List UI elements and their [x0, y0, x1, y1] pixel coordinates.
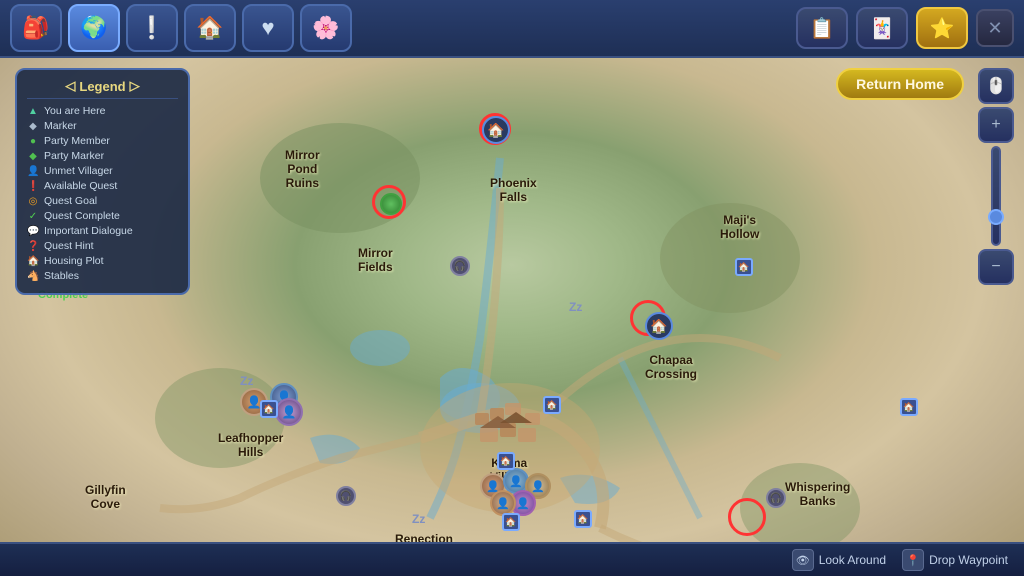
zoom-handle[interactable] — [988, 209, 1004, 225]
legend-item-unmet-villager: 👤 Unmet Villager — [27, 165, 178, 177]
nav-left-icons: 🎒 🌍 ❕ 🏠 ♥ 🌸 — [10, 4, 352, 52]
small-house-6[interactable]: 🏠 — [574, 510, 592, 528]
legend-label-stables: Stables — [44, 270, 79, 282]
legend-label-unmet-villager: Unmet Villager — [44, 165, 113, 177]
legend-item-quest-goal: ◎ Quest Goal — [27, 195, 178, 207]
look-around-icon: 👁 — [792, 549, 814, 571]
small-house-5[interactable]: 🏠 — [502, 513, 520, 531]
legend-label-quest-hint: Quest Hint — [44, 240, 94, 252]
zoom-out-button[interactable]: − — [978, 249, 1014, 285]
legend-label-party-member: Party Member — [44, 135, 110, 147]
return-home-button[interactable]: Return Home — [836, 68, 964, 100]
npc-marker-3[interactable]: 👤 — [275, 398, 303, 426]
house-marker-chapaa[interactable]: 🏠 — [645, 312, 673, 340]
legend-label-available-quest: Available Quest — [44, 180, 117, 192]
zoom-slider[interactable] — [991, 146, 1001, 246]
map-tab[interactable]: 🌍 — [68, 4, 120, 52]
home-tab[interactable]: 🏠 — [184, 4, 236, 52]
flower-tab[interactable]: 🌸 — [300, 4, 352, 52]
legend-title-text: Legend — [79, 79, 125, 94]
quest-complete-icon: ✓ — [27, 211, 39, 222]
small-house-4[interactable]: 🏠 — [497, 452, 515, 470]
sleep-marker-3: Zz — [412, 512, 425, 526]
quest-hint-icon: ❓ — [27, 241, 39, 252]
legend-item-available-quest: ❗ Available Quest — [27, 180, 178, 192]
legend-label-marker: Marker — [44, 120, 77, 132]
house-marker-1[interactable]: 🏠 — [482, 116, 510, 144]
party-member-icon: ● — [27, 136, 39, 147]
drop-waypoint-action[interactable]: 📍 Drop Waypoint — [902, 549, 1008, 571]
headphone-marker-3[interactable]: 🎧 — [766, 488, 786, 508]
drop-waypoint-icon: 📍 — [902, 549, 924, 571]
legend-arrow-left: ◁ — [65, 78, 75, 94]
legend-item-party-member: ● Party Member — [27, 135, 178, 147]
legend-item-housing-plot: 🏠 Housing Plot — [27, 255, 178, 267]
legend-label-housing-plot: Housing Plot — [44, 255, 104, 267]
close-button[interactable]: ✕ — [976, 9, 1014, 47]
top-navigation: 🎒 🌍 ❕ 🏠 ♥ 🌸 📋 🃏 ⭐ ✕ — [0, 0, 1024, 58]
look-around-action[interactable]: 👁 Look Around — [792, 549, 886, 571]
nav-right-icons: 📋 🃏 ⭐ ✕ — [796, 7, 1014, 49]
zoom-controls: 🖱️ + − — [976, 68, 1016, 285]
legend-item-marker: ◆ Marker — [27, 120, 178, 132]
legend-item-here: ▲ You are Here — [27, 105, 178, 117]
legend-panel: ◁ Legend ▷ ▲ You are Here ◆ Marker ● Par… — [15, 68, 190, 295]
marker-icon: ◆ — [27, 121, 39, 132]
cards-button[interactable]: 🃏 — [856, 7, 908, 49]
unmet-villager-icon: 👤 — [27, 166, 39, 177]
you-are-here-icon: ▲ — [27, 106, 39, 117]
legend-label-here: You are Here — [44, 105, 106, 117]
look-around-label: Look Around — [819, 553, 886, 567]
bottom-bar: 👁 Look Around 📍 Drop Waypoint — [0, 542, 1024, 576]
drop-waypoint-label: Drop Waypoint — [929, 553, 1008, 567]
map-container[interactable]: MirrorPondRuins PhoenixFalls MirrorField… — [0, 58, 1024, 576]
zoom-in-button[interactable]: + — [978, 107, 1014, 143]
plant-marker-1[interactable] — [380, 193, 402, 215]
party-marker-icon: ◆ — [27, 151, 39, 162]
headphone-marker-1[interactable]: 🎧 — [450, 256, 470, 276]
small-house-2[interactable]: 🏠 — [735, 258, 753, 276]
available-quest-icon: ❗ — [27, 181, 39, 192]
legend-label-quest-goal: Quest Goal — [44, 195, 97, 207]
legend-item-party-marker: ◆ Party Marker — [27, 150, 178, 162]
sleep-marker-1: Zz — [240, 374, 253, 388]
headphone-marker-2[interactable]: 🎧 — [336, 486, 356, 506]
small-house-3[interactable]: 🏠 — [543, 396, 561, 414]
backpack-tab[interactable]: 🎒 — [10, 4, 62, 52]
legend-item-stables: 🐴 Stables — [27, 270, 178, 282]
housing-plot-icon: 🏠 — [27, 256, 39, 267]
legend-item-important-dialogue: 💬 Important Dialogue — [27, 225, 178, 237]
journal-button[interactable]: 📋 — [796, 7, 848, 49]
important-dialogue-icon: 💬 — [27, 226, 39, 237]
heart-tab[interactable]: ♥ — [242, 4, 294, 52]
legend-label-quest-complete: Quest Complete — [44, 210, 120, 222]
star-button[interactable]: ⭐ — [916, 7, 968, 49]
mouse-icon: 🖱️ — [978, 68, 1014, 104]
legend-item-quest-hint: ❓ Quest Hint — [27, 240, 178, 252]
quest-goal-icon: ◎ — [27, 196, 39, 207]
legend-label-party-marker: Party Marker — [44, 150, 104, 162]
small-house-1[interactable]: 🏠 — [260, 400, 278, 418]
sleep-marker-2: Zz — [569, 300, 582, 314]
stables-icon: 🐴 — [27, 271, 39, 282]
quest-tab[interactable]: ❕ — [126, 4, 178, 52]
legend-title: ◁ Legend ▷ — [27, 78, 178, 99]
legend-arrow-right: ▷ — [130, 78, 140, 94]
legend-label-important-dialogue: Important Dialogue — [44, 225, 133, 237]
legend-item-quest-complete: ✓ Quest Complete — [27, 210, 178, 222]
small-house-7[interactable]: 🏠 — [900, 398, 918, 416]
